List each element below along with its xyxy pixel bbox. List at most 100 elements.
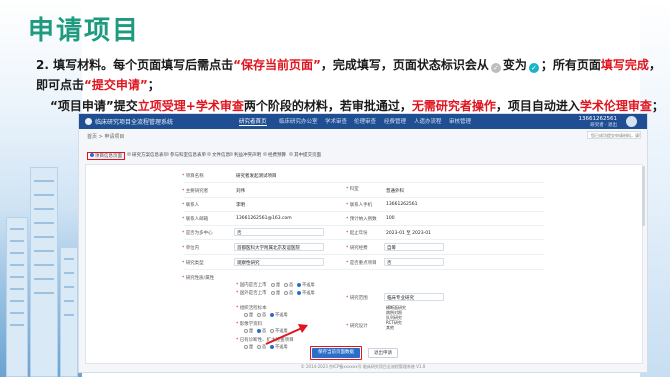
instruction-text: ， (648, 58, 661, 72)
field-label: 研究范围 (346, 295, 368, 301)
breadcrumb[interactable]: 首页 > 申请项目 (87, 133, 124, 140)
tab-conflict[interactable]: 利益冲突声明 (229, 152, 261, 160)
save-button-highlight (310, 346, 362, 360)
field-label: 联系人手机 (346, 202, 373, 208)
multicenter-select[interactable] (234, 228, 324, 236)
radio-label: 组织活检标本 (236, 305, 267, 311)
scrollbar[interactable] (642, 166, 645, 226)
instruction-text: “项目申请”提交 (50, 99, 138, 113)
instruction-line-1: 2. 填写材料。每个页面填写后需点击“保存当前页面”，完成填写，页面状态标识会从… (36, 56, 661, 73)
app-footer: © 2014-2023 京ICP备xxxxxx号 临床研究项目全流程管理系统 V… (300, 364, 426, 369)
instruction-line-3: “项目申请”提交立项受理+学术审查两个阶段的材料，若审批通过，无需研究者操作，项… (50, 97, 664, 114)
tab-research-plan[interactable]: 研究方案信息表单 (127, 152, 168, 160)
design-option[interactable]: 其他 (386, 325, 406, 330)
field-label: 是否为多中心 (182, 230, 213, 236)
radio-option[interactable]: 是 (271, 290, 280, 296)
project-name-input[interactable]: 研究者发起测试项目 (236, 173, 277, 179)
contact-email-field[interactable]: 13661262561@163.com (236, 216, 292, 221)
date-range-field[interactable]: 2023-01 至 2023-01 (386, 230, 431, 236)
nav-funding[interactable]: 经费管理 (384, 117, 406, 125)
field-label: 主要研究者 (182, 188, 209, 194)
instruction-text: 即可点击 (36, 78, 85, 92)
slide: 申请项目 2. 填写材料。每个页面填写后需点击“保存当前页面”，完成填写，页面状… (0, 0, 670, 377)
ethics-review-highlight: 学术伦理审查 (579, 99, 652, 113)
radio-option[interactable]: 是 (244, 312, 253, 318)
notice-box: 您已成功提交申请材料，请等待审核 (587, 131, 641, 139)
radio-option[interactable]: 否 (257, 312, 266, 318)
hospital-logo-icon (85, 118, 92, 125)
instruction-text: ，完成填写，页面状态标识会从 (320, 58, 489, 72)
user-role[interactable]: 研究者 · 退出 (590, 122, 617, 128)
row-divider (184, 211, 544, 212)
radio-option[interactable]: 否 (284, 282, 293, 288)
no-operation-highlight: 无需研究者操作 (411, 99, 496, 113)
field-label: 研究设计 (346, 323, 368, 329)
step-tabs: 项目信息页面 研究方案信息表单 参与科室信息表单 文件信息 利益冲突声明 经费预… (87, 152, 387, 160)
radio-label: 国外是否上市 (236, 290, 267, 296)
save-page-highlight: “保存当前页面” (233, 58, 321, 72)
design-checklist[interactable]: 横断面研究 病例对照 队列研究 RCT研究 其他 (386, 305, 406, 330)
radio-option[interactable]: 不适用 (270, 312, 288, 318)
row-divider (184, 182, 544, 183)
tab-project-info[interactable]: 项目信息页面 (87, 152, 125, 160)
field-label: 研究性质/属性 (182, 275, 215, 281)
form-panel: 项目名称 研究者发起测试项目 主要研究者 刘伟 科室 普通外科 联系人 李明 联… (85, 164, 643, 364)
row-divider (184, 269, 544, 270)
instruction-text: 变为 (502, 58, 527, 72)
instruction-text: ，项目自动进入 (495, 99, 580, 113)
system-name: 临床研究项目全流程管理系统 (95, 119, 174, 126)
radio-option[interactable]: 是 (271, 282, 280, 288)
nav-genetic-office[interactable]: 人遗办流程 (414, 117, 442, 125)
radio-label: 国内是否上市 (236, 282, 267, 288)
radio-option[interactable]: 是 (244, 344, 253, 350)
tab-budget[interactable]: 经费预算 (263, 152, 286, 160)
key-project-value: 否 (387, 261, 392, 266)
cancel-button[interactable]: 退出申请 (368, 348, 398, 358)
field-label: 预计纳入例数 (346, 216, 377, 222)
key-project-select[interactable] (384, 258, 444, 266)
completed-highlight: 填写完成 (600, 58, 649, 72)
submit-highlight: “提交申请” (84, 78, 148, 92)
tab-documents[interactable]: 文件信息 (207, 152, 230, 160)
row-divider (184, 225, 544, 226)
app-top-bar: 临床研究项目全流程管理系统 研究者首页 临床研究办公室 学术审查 伦理审查 经费… (79, 114, 647, 129)
status-pending-icon (490, 63, 501, 73)
contact-phone-field[interactable]: 13661262561 (386, 202, 418, 207)
department-field[interactable]: 普通外科 (386, 188, 404, 194)
field-label: 起止年份 (346, 230, 368, 236)
instruction-text: ；所有页面 (540, 58, 601, 72)
enrollment-field[interactable]: 100 (386, 216, 395, 221)
field-label: 项目名称 (182, 173, 204, 179)
radio-option[interactable]: 否 (284, 290, 293, 296)
research-field-value: 临床专业研究 (387, 296, 414, 301)
page-title: 申请项目 (28, 16, 141, 46)
radio-option[interactable]: 是 (244, 328, 253, 334)
field-label: 是否重点项目 (346, 260, 377, 266)
nav-researcher-home[interactable]: 研究者首页 (239, 117, 267, 126)
stage-highlight: 立项受理+学术审查 (137, 99, 244, 113)
instruction-text: ； (651, 99, 664, 113)
institution-value: 首都医科大学附属北京友谊医院 (237, 246, 300, 251)
multicenter-value: 否 (237, 231, 242, 236)
radio-label: 影像学资料 (236, 321, 263, 327)
instruction-line-2: 即可点击“提交申请”； (36, 76, 160, 93)
nav-audit[interactable]: 审核管理 (449, 117, 471, 125)
radio-option[interactable]: 不适用 (297, 282, 315, 288)
pi-field[interactable]: 刘伟 (236, 188, 245, 194)
status-done-icon (528, 63, 539, 73)
nav-academic-review[interactable]: 学术审查 (325, 117, 347, 125)
tab-departments[interactable]: 参与科室信息表单 (165, 152, 206, 160)
instruction-text: ； (147, 78, 160, 92)
instruction-text: 2. 填写材料。每个页面填写后需点击 (36, 58, 234, 72)
field-label: 联系人邮箱 (182, 216, 209, 222)
field-label: 单位内 (182, 245, 200, 251)
nav-clinical-office[interactable]: 临床研究办公室 (279, 117, 318, 125)
contact-field[interactable]: 李明 (236, 202, 245, 208)
field-label: 联系人 (182, 202, 200, 208)
radio-option[interactable]: 不适用 (297, 290, 315, 296)
tab-submit[interactable]: 其中提交页面 (289, 152, 321, 160)
avatar[interactable] (626, 116, 637, 127)
nav-ethics-review[interactable]: 伦理审查 (354, 117, 376, 125)
row-divider (184, 239, 544, 240)
row-divider (184, 197, 544, 198)
